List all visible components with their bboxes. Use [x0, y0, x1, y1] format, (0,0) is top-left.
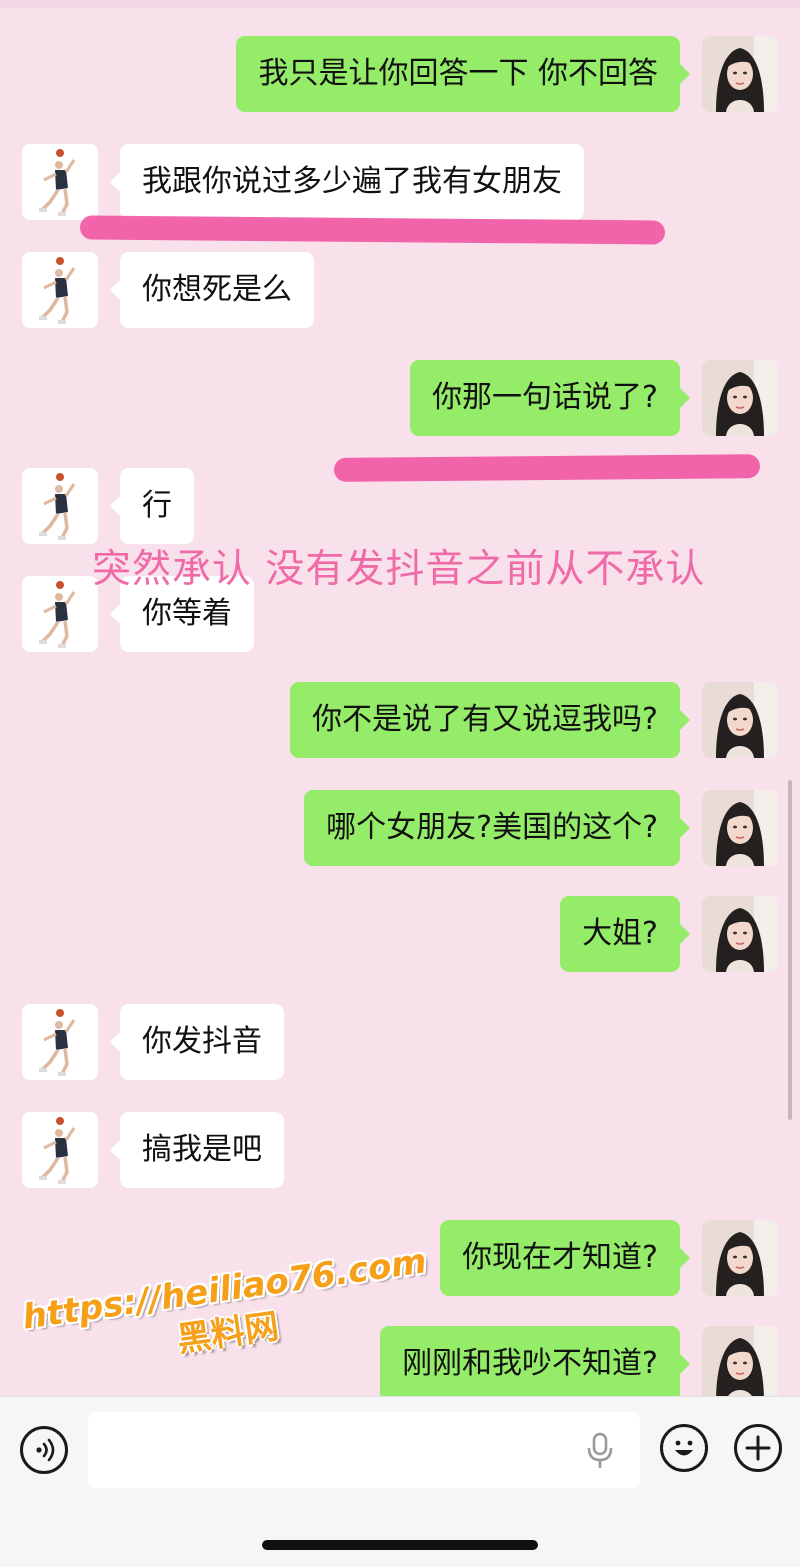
mic-icon[interactable] — [586, 1432, 614, 1474]
contact-avatar[interactable] — [22, 252, 98, 328]
received-message-bubble[interactable]: 搞我是吧 — [110, 1112, 284, 1188]
sent-message-bubble[interactable]: 你不是说了有又说逗我吗? — [290, 682, 690, 758]
received-message-bubble[interactable]: 我跟你说过多少遍了我有女朋友 — [110, 144, 584, 220]
message-row: 你想死是么 — [22, 252, 314, 328]
message-row: 搞我是吧 — [22, 1112, 284, 1188]
message-row: 你现在才知道? — [440, 1220, 778, 1296]
contact-avatar[interactable] — [22, 1004, 98, 1080]
sent-message-bubble[interactable]: 你那一句话说了? — [410, 360, 690, 436]
voice-icon[interactable] — [20, 1426, 68, 1474]
contact-avatar[interactable] — [22, 1112, 98, 1188]
message-row: 你不是说了有又说逗我吗? — [290, 682, 778, 758]
sent-message-bubble[interactable]: 哪个女朋友?美国的这个? — [304, 790, 690, 866]
message-row: 我跟你说过多少遍了我有女朋友 — [22, 144, 584, 220]
sent-message-bubble[interactable]: 你现在才知道? — [440, 1220, 690, 1296]
annotation-text: 突然承认 没有发抖音之前从不承认 — [92, 547, 706, 592]
message-row: 行 — [22, 468, 194, 544]
message-input[interactable] — [88, 1412, 640, 1488]
message-row: 大姐? — [560, 896, 778, 972]
message-row: 你发抖音 — [22, 1004, 284, 1080]
scroll-indicator[interactable] — [788, 780, 792, 1120]
emoji-icon[interactable] — [660, 1424, 708, 1472]
plus-icon[interactable] — [734, 1424, 782, 1472]
message-row: 我只是让你回答一下 你不回答 — [236, 36, 778, 112]
message-row: 哪个女朋友?美国的这个? — [304, 790, 778, 866]
received-message-bubble[interactable]: 你想死是么 — [110, 252, 314, 328]
sent-message-bubble[interactable]: 大姐? — [560, 896, 690, 972]
received-message-bubble[interactable]: 行 — [110, 468, 194, 544]
highlight-marker — [333, 454, 761, 482]
sender-avatar[interactable] — [702, 682, 778, 758]
top-edge — [0, 0, 800, 8]
message-row: 刚刚和我吵不知道? — [380, 1326, 778, 1402]
watermark: https://heiliao76.com 黑料网 — [20, 1241, 435, 1382]
contact-avatar[interactable] — [22, 144, 98, 220]
contact-avatar[interactable] — [22, 576, 98, 652]
sender-avatar[interactable] — [702, 360, 778, 436]
received-message-bubble[interactable]: 你发抖音 — [110, 1004, 284, 1080]
sender-avatar[interactable] — [702, 896, 778, 972]
sent-message-bubble[interactable]: 我只是让你回答一下 你不回答 — [236, 36, 690, 112]
sender-avatar[interactable] — [702, 1326, 778, 1402]
highlight-marker — [79, 215, 666, 245]
sender-avatar[interactable] — [702, 36, 778, 112]
sender-avatar[interactable] — [702, 1220, 778, 1296]
sent-message-bubble[interactable]: 刚刚和我吵不知道? — [380, 1326, 690, 1402]
home-indicator[interactable] — [262, 1540, 538, 1550]
contact-avatar[interactable] — [22, 468, 98, 544]
message-row: 你那一句话说了? — [410, 360, 778, 436]
sender-avatar[interactable] — [702, 790, 778, 866]
